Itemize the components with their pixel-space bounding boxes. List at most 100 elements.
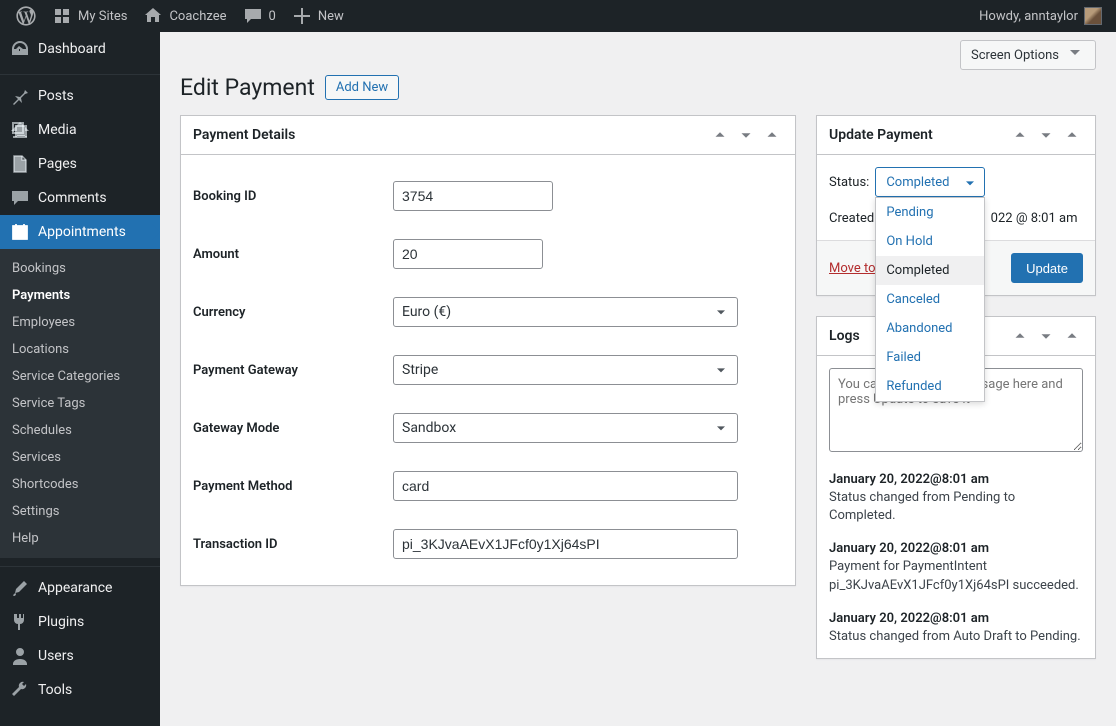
label-gateway: Payment Gateway	[193, 363, 393, 378]
move-down-icon[interactable]	[1035, 124, 1057, 146]
main-column: Payment Details Booking ID Amount	[180, 115, 796, 606]
submenu-service-tags[interactable]: Service Tags	[0, 390, 160, 417]
toggle-box-icon[interactable]	[1061, 124, 1083, 146]
plus-icon	[292, 6, 312, 26]
status-option[interactable]: Failed	[876, 343, 984, 372]
status-select-button[interactable]: Completed	[875, 167, 985, 197]
sites-icon	[52, 6, 72, 26]
select-currency[interactable]: Euro (€)	[393, 297, 738, 327]
row-method: Payment Method	[193, 457, 783, 515]
chevron-down-icon	[1065, 43, 1085, 67]
submenu-locations[interactable]: Locations	[0, 336, 160, 363]
comments-icon	[10, 188, 30, 208]
site-name-label: Coachzee	[169, 9, 226, 24]
status-option[interactable]: Refunded	[876, 372, 984, 401]
menu-tools[interactable]: Tools	[0, 673, 160, 707]
status-option[interactable]: Pending	[876, 198, 984, 227]
payment-details-title: Payment Details	[193, 127, 709, 143]
status-option[interactable]: Completed	[876, 256, 984, 285]
side-column: Update Payment Status: Completed	[816, 115, 1096, 679]
screen-options-label: Screen Options	[971, 48, 1059, 63]
menu-posts[interactable]: Posts	[0, 79, 160, 113]
box-header-controls	[1009, 124, 1083, 146]
row-txn: Transaction ID	[193, 515, 783, 573]
dashboard-icon	[10, 39, 30, 59]
menu-dashboard[interactable]: Dashboard	[0, 32, 160, 66]
submenu-employees[interactable]: Employees	[0, 309, 160, 336]
comments-menu[interactable]: 0	[235, 0, 284, 32]
move-down-icon[interactable]	[1035, 325, 1057, 347]
menu-appointments[interactable]: Appointments	[0, 215, 160, 249]
menu-separator	[0, 70, 160, 75]
add-new-button[interactable]: Add New	[325, 75, 399, 100]
screen-options-button[interactable]: Screen Options	[960, 40, 1096, 70]
new-content-menu[interactable]: New	[284, 0, 352, 32]
menu-pages[interactable]: Pages	[0, 147, 160, 181]
menu-comments[interactable]: Comments	[0, 181, 160, 215]
menu-plugins[interactable]: Plugins	[0, 605, 160, 639]
menu-users[interactable]: Users	[0, 639, 160, 673]
toggle-box-icon[interactable]	[761, 124, 783, 146]
move-up-icon[interactable]	[1009, 124, 1031, 146]
plug-icon	[10, 612, 30, 632]
content-area: Screen Options Edit Payment Add New Paym…	[160, 32, 1116, 726]
status-option[interactable]: Abandoned	[876, 314, 984, 343]
payment-details-header: Payment Details	[181, 116, 795, 155]
status-option[interactable]: On Hold	[876, 227, 984, 256]
input-method[interactable]	[393, 471, 738, 501]
submenu-payments[interactable]: Payments	[0, 282, 160, 309]
input-amount[interactable]	[393, 239, 543, 269]
my-sites-menu[interactable]: My Sites	[44, 0, 135, 32]
box-header-controls	[709, 124, 783, 146]
menu-appointments-label: Appointments	[38, 224, 126, 240]
move-down-icon[interactable]	[735, 124, 757, 146]
input-booking-id[interactable]	[393, 181, 553, 211]
layout-columns: Payment Details Booking ID Amount	[180, 115, 1096, 679]
status-dropdown: PendingOn HoldCompletedCanceledAbandoned…	[875, 197, 985, 402]
page-title: Edit Payment Add New	[180, 74, 1096, 101]
comments-count: 0	[269, 9, 276, 24]
menu-dashboard-label: Dashboard	[38, 41, 106, 57]
select-currency-value: Euro (€)	[402, 304, 451, 320]
menu-users-label: Users	[38, 648, 74, 664]
submenu-help[interactable]: Help	[0, 525, 160, 552]
submenu-service-categories[interactable]: Service Categories	[0, 363, 160, 390]
page-title-text: Edit Payment	[180, 74, 315, 101]
chevron-down-icon	[713, 362, 729, 378]
menu-appearance[interactable]: Appearance	[0, 571, 160, 605]
move-to-trash-link[interactable]: Move to	[829, 261, 876, 276]
row-amount: Amount	[193, 225, 783, 283]
update-payment-header: Update Payment	[817, 116, 1095, 155]
input-txn[interactable]	[393, 529, 738, 559]
admin-bar-left: My Sites Coachzee 0 New	[8, 0, 352, 32]
menu-posts-label: Posts	[38, 88, 74, 104]
submenu-settings[interactable]: Settings	[0, 498, 160, 525]
move-up-icon[interactable]	[709, 124, 731, 146]
log-entry-date: January 20, 2022@8:01 am	[829, 472, 1083, 487]
menu-pages-label: Pages	[38, 156, 77, 172]
user-icon	[10, 646, 30, 666]
menu-tools-label: Tools	[38, 682, 72, 698]
account-menu[interactable]: Howdy, anntaylor	[979, 7, 1108, 25]
label-booking-id: Booking ID	[193, 189, 393, 204]
log-entry-message: Status changed from Auto Draft to Pendin…	[829, 628, 1083, 646]
toggle-box-icon[interactable]	[1061, 325, 1083, 347]
update-button[interactable]: Update	[1011, 253, 1083, 283]
site-name-menu[interactable]: Coachzee	[135, 0, 234, 32]
menu-comments-label: Comments	[38, 190, 107, 206]
admin-sidebar: Dashboard Posts Media Pages Comments App…	[0, 32, 160, 726]
menu-media[interactable]: Media	[0, 113, 160, 147]
select-mode-value: Sandbox	[402, 420, 456, 436]
select-gateway[interactable]: Stripe	[393, 355, 738, 385]
status-option[interactable]: Canceled	[876, 285, 984, 314]
submenu-bookings[interactable]: Bookings	[0, 255, 160, 282]
submenu-services[interactable]: Services	[0, 444, 160, 471]
wp-logo-menu[interactable]	[8, 0, 44, 32]
menu-separator	[0, 562, 160, 567]
submenu-shortcodes[interactable]: Shortcodes	[0, 471, 160, 498]
submenu-schedules[interactable]: Schedules	[0, 417, 160, 444]
select-mode[interactable]: Sandbox	[393, 413, 738, 443]
move-up-icon[interactable]	[1009, 325, 1031, 347]
my-sites-label: My Sites	[78, 9, 127, 24]
comment-icon	[243, 6, 263, 26]
